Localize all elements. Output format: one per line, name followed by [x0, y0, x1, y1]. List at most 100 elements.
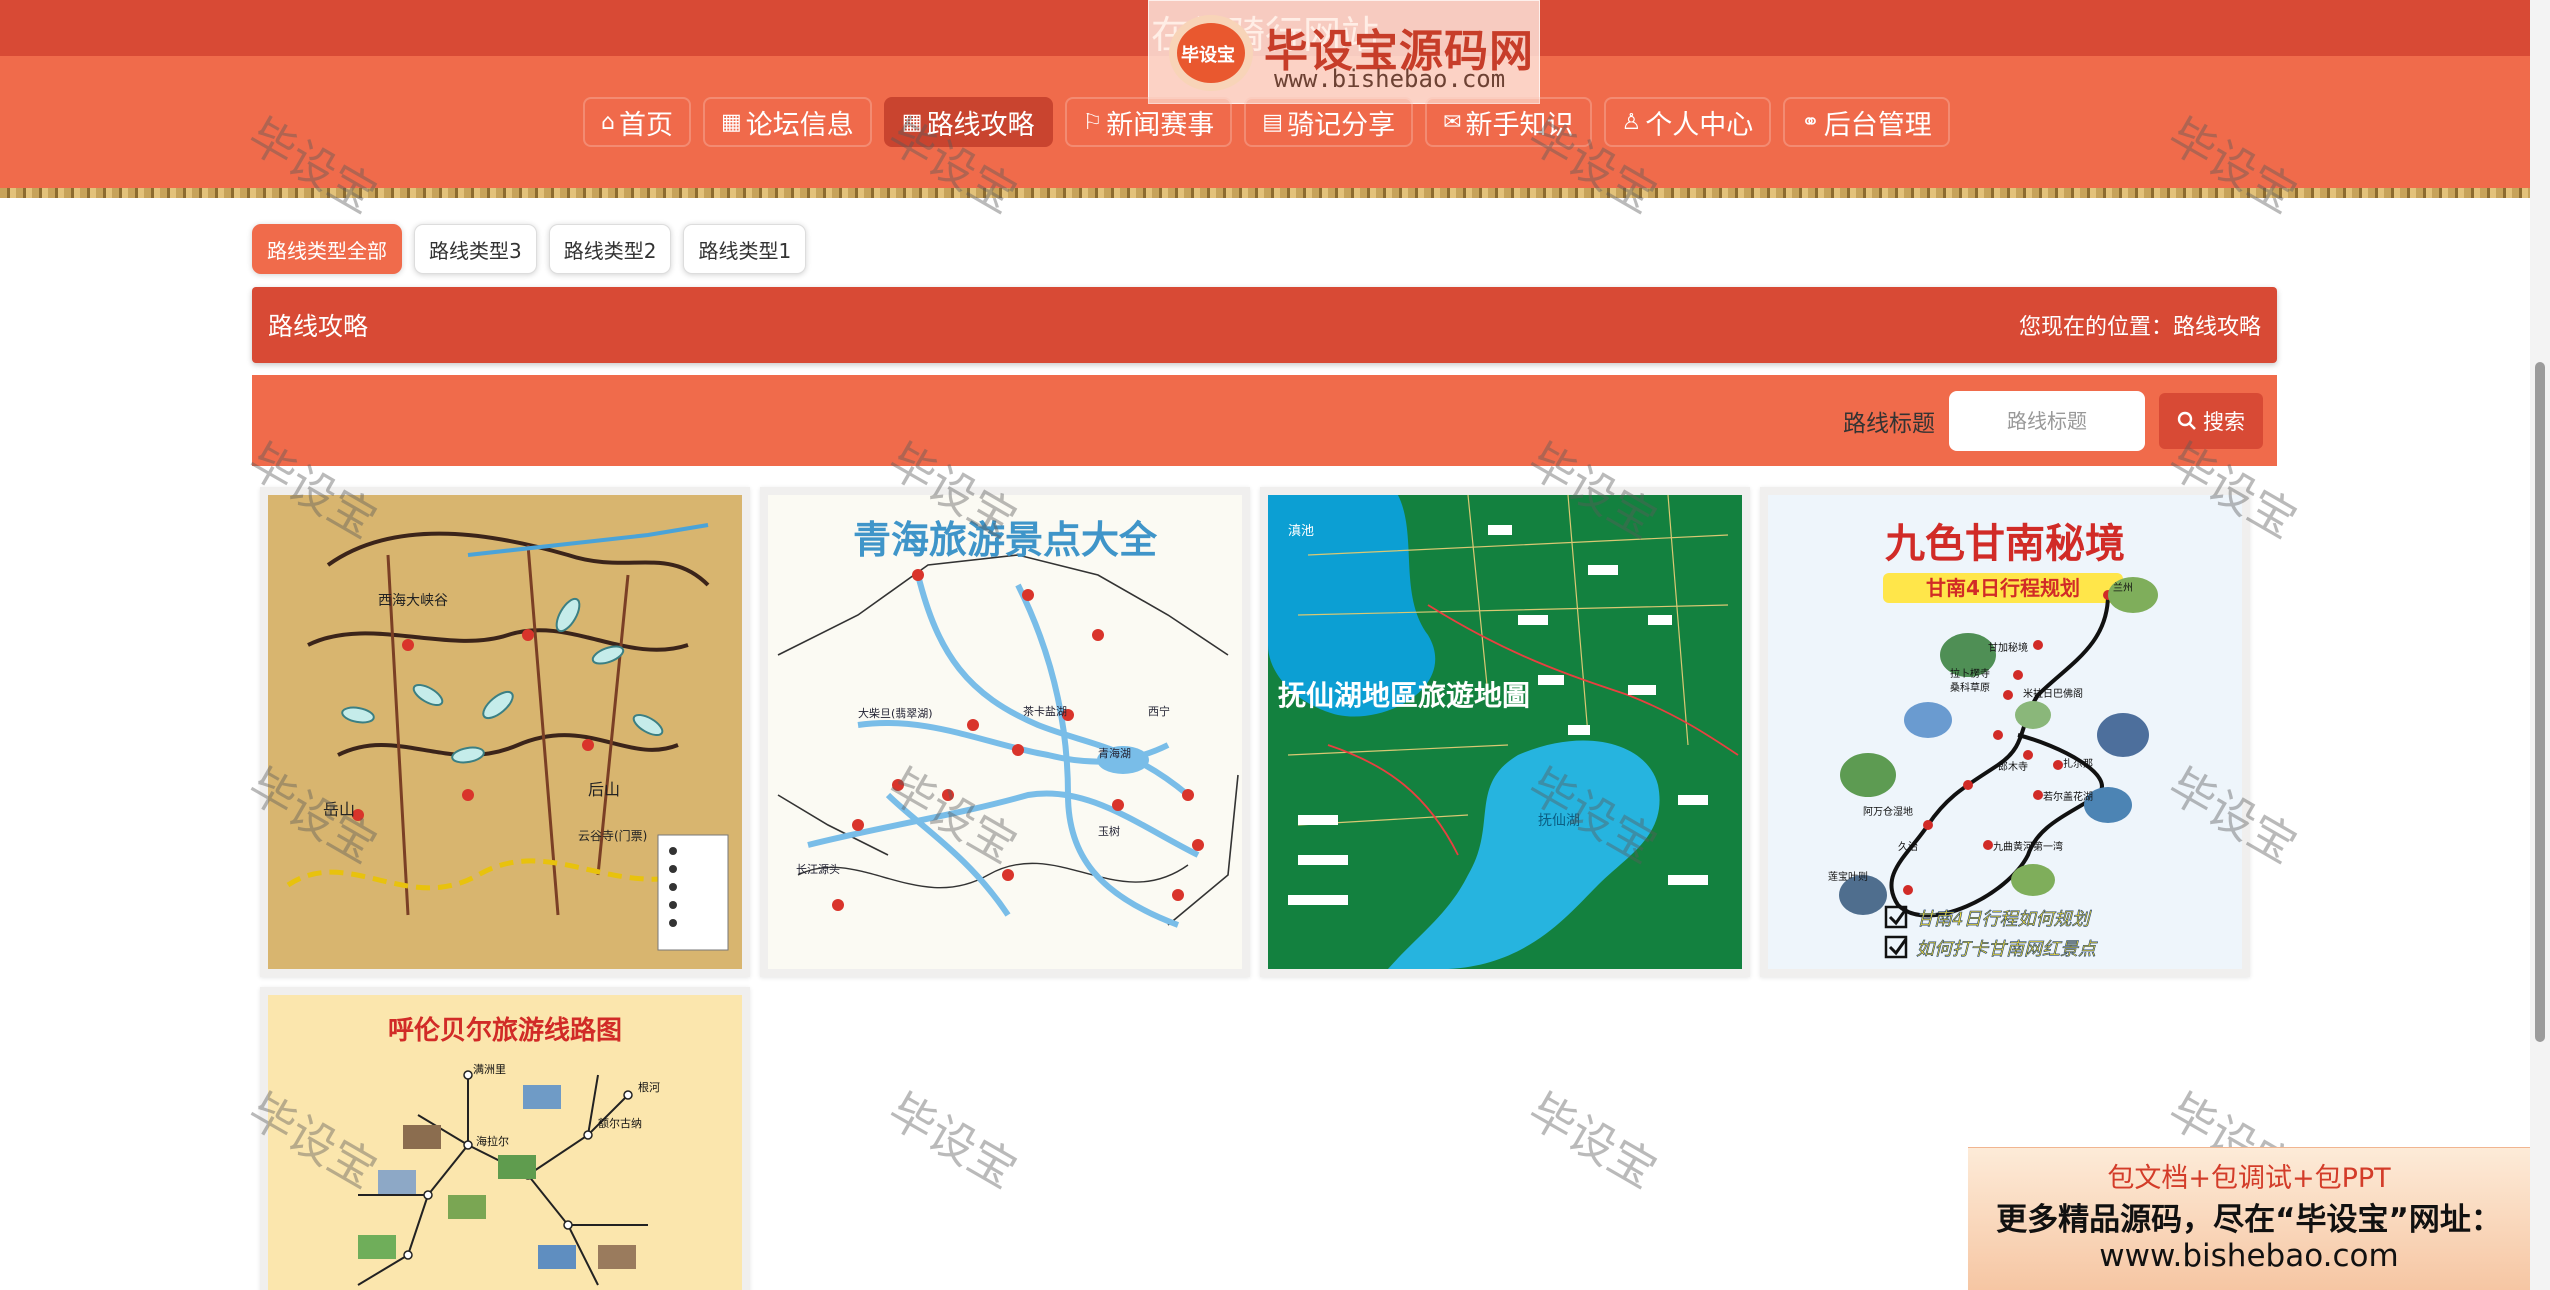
- map-label: 抚仙湖: [1538, 813, 1580, 829]
- map-label: 岳山: [323, 800, 355, 819]
- search-button[interactable]: 搜索: [2159, 392, 2263, 449]
- map-label: 桑科草原: [1950, 681, 1990, 694]
- map-label: 海拉尔: [476, 1134, 509, 1148]
- search-button-label: 搜索: [2203, 409, 2245, 434]
- user-icon: ♙: [1621, 109, 1642, 135]
- route-icon: ▦: [901, 109, 923, 135]
- link-icon: ⚭: [1801, 109, 1820, 135]
- nav-item-news[interactable]: ⚐ 新闻赛事: [1064, 97, 1233, 147]
- card-caption: 呼伦贝尔旅游线路图: [388, 1015, 622, 1046]
- route-type-filters: 路线类型全部 路线类型3 路线类型2 路线类型1: [252, 224, 807, 274]
- vertical-scrollbar[interactable]: [2530, 0, 2550, 1290]
- nav-item-beginner[interactable]: ✉ 新手知识: [1425, 97, 1592, 147]
- nav-item-home[interactable]: ⌂ 首页: [583, 97, 691, 147]
- map-label: 拉卜楞寺: [1950, 667, 1990, 680]
- filter-type-2[interactable]: 路线类型2: [548, 224, 672, 274]
- promo-line-1: 包文档+包调试+包PPT: [2107, 1163, 2391, 1194]
- promo-line-2: 更多精品源码，尽在“毕设宝”网址：: [1996, 1202, 2502, 1238]
- nav-item-label: 个人中心: [1645, 109, 1754, 141]
- watermark-text: 毕设宝: [1519, 1082, 1666, 1199]
- brand-watermark-badge: 毕设宝 毕设宝源码网 www.bishebao.com: [1148, 0, 1540, 104]
- nav-item-label: 新手知识: [1465, 109, 1574, 141]
- map-label: 米拉日巴佛阁: [2023, 687, 2083, 700]
- search-icon: [2177, 411, 2196, 430]
- route-map-drawing: 西海大峡谷 后山 岳山 云谷寺(门票): [268, 495, 742, 969]
- map-label: 若尔盖花湖: [2043, 790, 2093, 803]
- route-map-image: 抚仙湖地區旅遊地圖 滇池 抚仙湖: [1268, 495, 1742, 969]
- card-caption: 抚仙湖地區旅遊地圖: [1278, 679, 1530, 712]
- checklist-item: 如何打卡甘南网红景点: [1916, 939, 2098, 960]
- route-map-drawing: 抚仙湖地區旅遊地圖 滇池 抚仙湖: [1268, 495, 1742, 969]
- map-label: 莲宝叶则: [1828, 870, 1868, 883]
- map-label: 云谷寺(门票): [578, 828, 647, 843]
- map-label: 玉树: [1098, 824, 1120, 838]
- map-label: 西宁: [1148, 704, 1170, 718]
- brand-logo-icon: 毕设宝: [1169, 15, 1253, 91]
- route-card[interactable]: 西海大峡谷 后山 岳山 云谷寺(门票): [260, 487, 750, 977]
- checklist-item: 甘南4日行程如何规划: [1916, 909, 2092, 930]
- nav-item-label: 路线攻略: [926, 109, 1035, 141]
- map-label: 九曲黄河第一湾: [1993, 840, 2063, 853]
- promo-banner[interactable]: 包文档+包调试+包PPT 更多精品源码，尽在“毕设宝”网址： www.bishe…: [1968, 1147, 2530, 1290]
- brand-logo-text: 毕设宝: [1181, 45, 1235, 66]
- route-map-drawing: 呼伦贝尔旅游线路图 满洲里 海拉尔 额尔古纳 根河: [268, 995, 742, 1290]
- route-map-image: 呼伦贝尔旅游线路图 满洲里 海拉尔 额尔古纳 根河: [268, 995, 742, 1290]
- map-label: 久治: [1898, 840, 1918, 853]
- page: 在线骑行网站 毕设宝 毕设宝源码网 www.bishebao.com ⌂ 首页 …: [0, 0, 2550, 1290]
- nav-item-label: 论坛信息: [745, 109, 854, 141]
- search-input[interactable]: [1949, 390, 2145, 451]
- nav-item-label: 新闻赛事: [1106, 109, 1215, 141]
- card-subtitle: 甘南4日行程规划: [1926, 576, 2080, 600]
- map-label: 滇池: [1288, 524, 1314, 539]
- route-card[interactable]: 九色甘南秘境 甘南4日行程规划 兰州 甘加秘境 拉卜楞寺 桑科草原 米拉日巴佛阁…: [1760, 487, 2250, 977]
- route-card[interactable]: 呼伦贝尔旅游线路图 满洲里 海拉尔 额尔古纳 根河: [260, 987, 750, 1290]
- site-header: 在线骑行网站 毕设宝 毕设宝源码网 www.bishebao.com ⌂ 首页 …: [0, 0, 2530, 198]
- filter-all[interactable]: 路线类型全部: [252, 224, 402, 274]
- breadcrumb: 您现在的位置：路线攻略: [2018, 315, 2261, 340]
- route-map-drawing: 青海旅游景点大全 大柴旦(翡翠湖) 茶卡盐湖 青海湖 玉树 长江源头 西宁: [768, 495, 1242, 969]
- route-card[interactable]: 青海旅游景点大全 大柴旦(翡翠湖) 茶卡盐湖 青海湖 玉树 长江源头 西宁: [760, 487, 1250, 977]
- map-label: 后山: [588, 780, 620, 799]
- nav-item-label: 首页: [618, 109, 673, 141]
- nav-item-profile[interactable]: ♙ 个人中心: [1603, 97, 1772, 147]
- nav-item-admin[interactable]: ⚭ 后台管理: [1783, 97, 1950, 147]
- promo-line-3: www.bishebao.com: [2099, 1238, 2399, 1274]
- calendar-icon: ▤: [1262, 109, 1284, 135]
- route-map-image: 九色甘南秘境 甘南4日行程规划 兰州 甘加秘境 拉卜楞寺 桑科草原 米拉日巴佛阁…: [1768, 495, 2242, 969]
- scrollbar-thumb[interactable]: [2535, 362, 2545, 1042]
- search-bar: 路线标题 搜索: [252, 375, 2277, 466]
- card-caption: 青海旅游景点大全: [853, 517, 1158, 562]
- nav-item-label: 骑记分享: [1287, 109, 1396, 141]
- route-map-image: 西海大峡谷 后山 岳山 云谷寺(门票): [268, 495, 742, 969]
- map-label: 青海湖: [1098, 746, 1131, 760]
- card-caption: 九色甘南秘境: [1885, 520, 2125, 567]
- map-label: 扎尕那: [2063, 757, 2093, 770]
- map-label: 根河: [638, 1080, 660, 1094]
- nav-item-routes[interactable]: ▦ 路线攻略: [883, 97, 1053, 147]
- map-label: 额尔古纳: [598, 1117, 642, 1130]
- map-label: 西海大峡谷: [378, 593, 448, 609]
- nav-item-forum[interactable]: ▦ 论坛信息: [702, 97, 872, 147]
- map-label: 长江源头: [796, 862, 840, 876]
- map-label: 茶卡盐湖: [1023, 705, 1067, 718]
- map-label: 郎木寺: [1998, 760, 2028, 773]
- map-label: 甘加秘境: [1988, 641, 2028, 654]
- filter-type-3[interactable]: 路线类型3: [414, 224, 537, 274]
- route-card[interactable]: 抚仙湖地區旅遊地圖 滇池 抚仙湖: [1260, 487, 1750, 977]
- map-label: 阿万仓湿地: [1863, 805, 1913, 818]
- map-label: 满洲里: [473, 1063, 506, 1076]
- page-title: 路线攻略: [268, 312, 369, 341]
- route-map-image: 青海旅游景点大全 大柴旦(翡翠湖) 茶卡盐湖 青海湖 玉树 长江源头 西宁: [768, 495, 1242, 969]
- home-icon: ⌂: [601, 109, 615, 135]
- filter-type-1[interactable]: 路线类型1: [683, 224, 807, 274]
- main-nav: ⌂ 首页 ▦ 论坛信息 ▦ 路线攻略 ⚐ 新闻赛事 ▤ 骑记分享 ✉ 新手知识: [583, 97, 1950, 147]
- map-label: 兰州: [2113, 581, 2133, 594]
- nav-item-ride-share[interactable]: ▤ 骑记分享: [1244, 97, 1414, 147]
- forum-icon: ▦: [720, 109, 742, 135]
- flag-icon: ⚐: [1082, 109, 1103, 135]
- header-decorative-band: [0, 188, 2530, 198]
- watermark-text: 毕设宝: [879, 1082, 1026, 1199]
- brand-url: www.bishebao.com: [1274, 65, 1506, 93]
- route-map-drawing: 九色甘南秘境 甘南4日行程规划 兰州 甘加秘境 拉卜楞寺 桑科草原 米拉日巴佛阁…: [1768, 495, 2242, 969]
- section-title-bar: 路线攻略 您现在的位置：路线攻略: [252, 287, 2277, 363]
